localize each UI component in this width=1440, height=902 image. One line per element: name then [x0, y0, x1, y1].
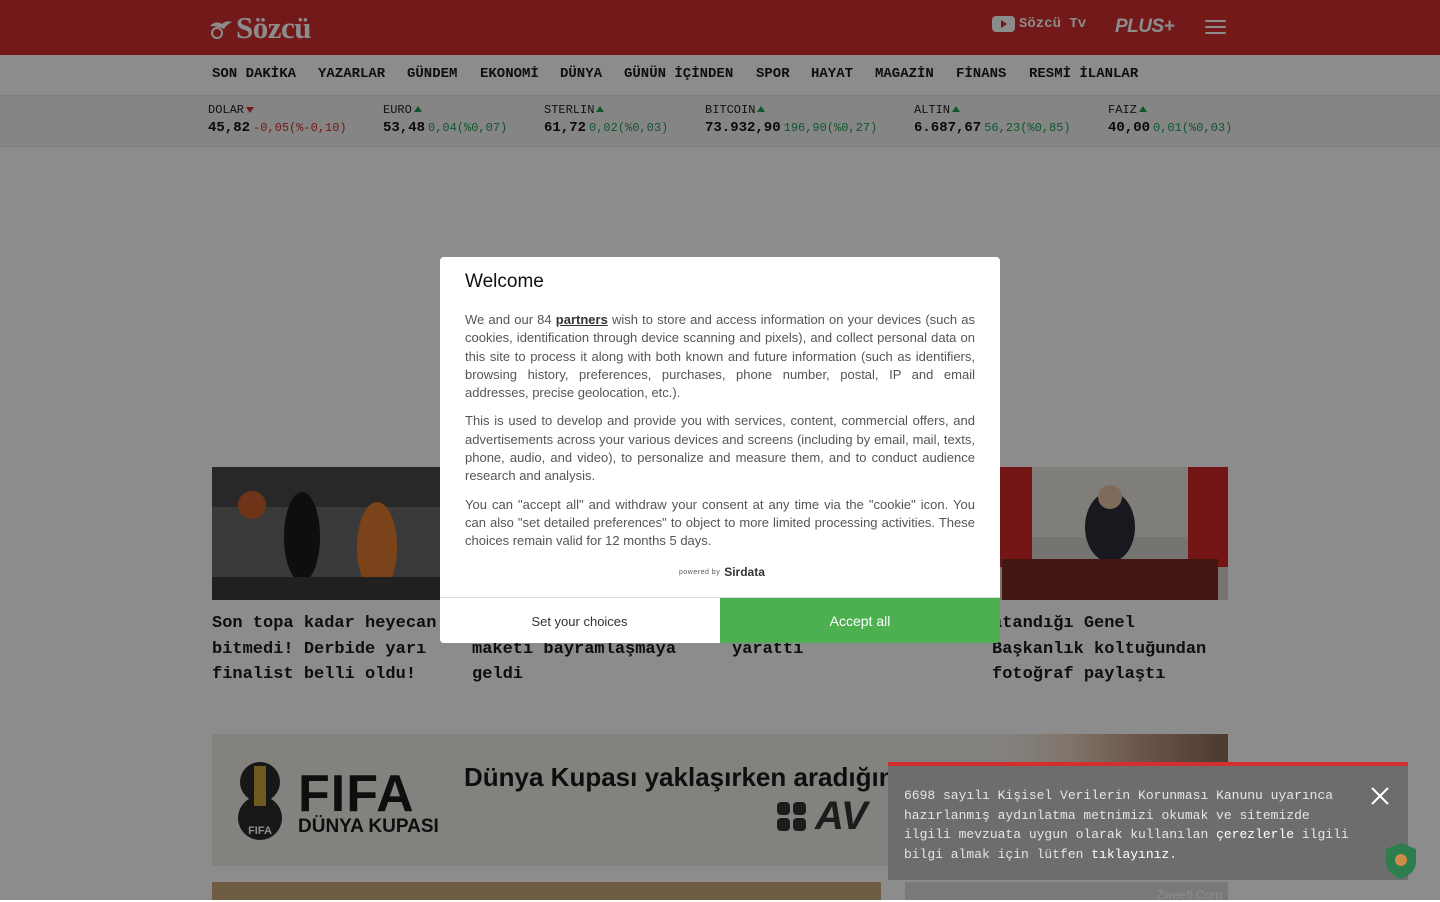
cookie-consent-modal: Welcome We and our 84 partners wish to s…	[440, 257, 1000, 643]
powered-by-label: powered by	[679, 568, 721, 576]
consent-buttons: Set your choices Accept all	[440, 597, 1000, 643]
tiklayiniz-link[interactable]: tıklayınız	[1091, 847, 1169, 862]
partners-link[interactable]: partners	[556, 312, 608, 327]
kvkk-text-part: .	[1169, 846, 1178, 862]
close-icon[interactable]	[1370, 786, 1390, 806]
consent-text: This is used to develop and provide you …	[465, 413, 975, 484]
kvkk-text: 6698 sayılı Kişisel Verilerin Korunması …	[904, 786, 1364, 864]
consent-text: You can "accept all" and withdraw your c…	[465, 496, 975, 549]
consent-body: We and our 84 partners wish to store and…	[465, 311, 975, 561]
consent-text: We and our 84	[465, 312, 556, 327]
set-your-choices-button[interactable]: Set your choices	[440, 598, 719, 643]
sirdata-logo: Sirdata	[724, 565, 765, 579]
cerezler-link[interactable]: çerezlerle	[1216, 827, 1294, 842]
kvkk-notice: 6698 sayılı Kişisel Verilerin Korunması …	[888, 762, 1408, 880]
powered-by-sirdata: powered by Sirdata	[679, 565, 765, 579]
cookie-shield-icon[interactable]	[1385, 842, 1417, 880]
accept-all-button[interactable]: Accept all	[720, 598, 1000, 643]
modal-title: Welcome	[465, 271, 544, 292]
